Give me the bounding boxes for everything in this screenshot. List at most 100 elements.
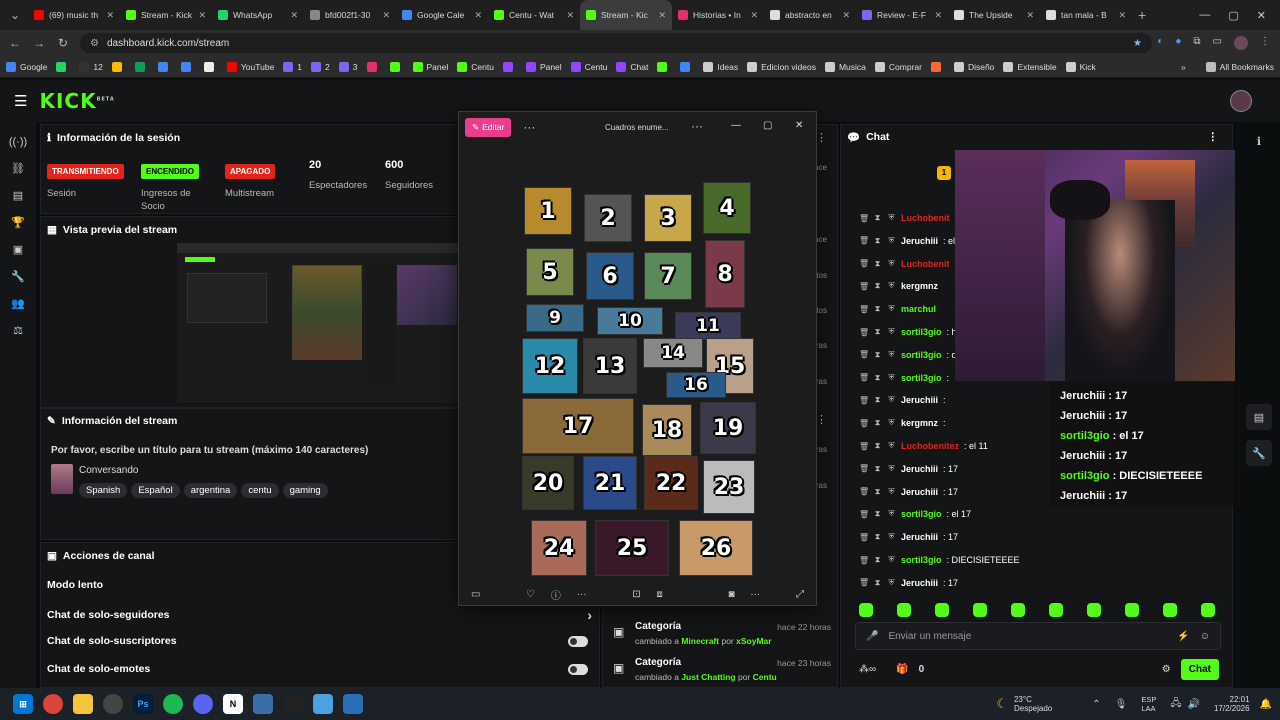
emote-icon[interactable] bbox=[935, 603, 949, 617]
bookmark-item[interactable] bbox=[180, 61, 195, 72]
loyalty-icon[interactable]: ⁂∞ bbox=[859, 664, 876, 675]
emote-icon[interactable] bbox=[859, 603, 873, 617]
browser-tab[interactable]: Google Cale ✕ bbox=[396, 0, 488, 30]
chat-message[interactable]: 🗑 ⧗ ⛨ Jeruchiii: 17 bbox=[859, 527, 958, 547]
maximize-icon[interactable]: ▢ bbox=[1228, 9, 1238, 22]
url-field[interactable]: ⚙ dashboard.kick.com/stream ★ bbox=[80, 33, 1152, 53]
tab-close-icon[interactable]: ✕ bbox=[382, 10, 390, 21]
chat-message[interactable]: 🗑 ⧗ ⛨ sortil3gio: DIECISIETEEEE bbox=[859, 550, 1020, 570]
chat-message[interactable]: 🗑 ⧗ ⛨ marchul bbox=[859, 299, 941, 319]
channel-action-row[interactable]: Chat de solo-emotes bbox=[47, 663, 592, 675]
activity-value[interactable]: Minecraft bbox=[681, 636, 719, 646]
bookmark-item[interactable]: Musica bbox=[824, 61, 866, 72]
photos-icon[interactable] bbox=[343, 694, 363, 714]
browser-tab[interactable]: Stream - Kic ✕ bbox=[580, 0, 672, 30]
bookmark-item[interactable]: 1 bbox=[283, 61, 302, 72]
tab-close-icon[interactable]: ✕ bbox=[1118, 10, 1126, 21]
wrench-icon[interactable]: 🔧 bbox=[0, 263, 36, 290]
browser-tab[interactable]: (69) music th ✕ bbox=[28, 0, 120, 30]
delete-icon[interactable]: 🗑 bbox=[859, 510, 869, 519]
ban-icon[interactable]: ⛨ bbox=[887, 304, 896, 314]
send-chat-button[interactable]: Chat bbox=[1180, 659, 1219, 680]
chat-input[interactable]: 🎤 Enviar un mensaje ⚡ ☺ bbox=[855, 622, 1221, 650]
chat-message[interactable]: 🗑 ⧗ ⛨ sortil3gio: q bbox=[859, 345, 957, 365]
chat-username[interactable]: Jeruchiii bbox=[901, 578, 938, 588]
timeout-icon[interactable]: ⧗ bbox=[873, 259, 882, 269]
tab-close-icon[interactable]: ✕ bbox=[198, 10, 206, 21]
delete-icon[interactable]: 🗑 bbox=[859, 396, 869, 405]
capcut-icon[interactable] bbox=[283, 694, 303, 714]
stream-icon[interactable]: ((·)) bbox=[0, 128, 36, 155]
bookmark-item[interactable]: 2 bbox=[311, 61, 330, 72]
chat-username[interactable]: sortil3gio bbox=[901, 509, 942, 519]
ban-icon[interactable]: ⛨ bbox=[887, 213, 896, 223]
chat-message[interactable]: 🗑 ⧗ ⛨ kergmnz: bbox=[859, 413, 946, 433]
chat-message[interactable]: 🗑 ⧗ ⛨ Luchobenit bbox=[859, 208, 955, 228]
edit-button[interactable]: ✎ Editar bbox=[465, 117, 512, 137]
volume-icon[interactable]: 🔊 bbox=[1188, 699, 1200, 710]
mic-tray-icon[interactable]: 🎙 bbox=[1115, 699, 1128, 710]
kick-emote-icon[interactable]: ⚡ bbox=[1177, 631, 1189, 642]
viewer-more-icon[interactable]: ··· bbox=[523, 120, 535, 134]
trophy-icon[interactable]: 🏆 bbox=[0, 209, 36, 236]
delete-icon[interactable]: 🗑 bbox=[859, 236, 869, 245]
emote-icon[interactable] bbox=[1163, 603, 1177, 617]
hamburger-menu-icon[interactable]: ☰ bbox=[14, 92, 27, 110]
chat-message[interactable]: 🗑 ⧗ ⛨ sortil3gio: el 17 bbox=[859, 504, 971, 524]
activity-menu-icon[interactable]: ⋮ bbox=[816, 131, 827, 144]
kick-logo[interactable]: KICKBETA bbox=[39, 89, 114, 113]
delete-icon[interactable]: 🗑 bbox=[859, 305, 869, 314]
profile-avatar[interactable] bbox=[1234, 36, 1248, 50]
tab-close-icon[interactable]: ✕ bbox=[106, 10, 114, 21]
chat-username[interactable]: kergmnz bbox=[901, 281, 938, 291]
ban-icon[interactable]: ⛨ bbox=[887, 395, 896, 405]
chat-username[interactable]: sortil3gio bbox=[901, 350, 942, 360]
ban-icon[interactable]: ⛨ bbox=[887, 487, 896, 497]
tab-close-icon[interactable]: ✕ bbox=[474, 10, 482, 21]
delete-icon[interactable]: 🗑 bbox=[859, 350, 869, 359]
action-toggle[interactable] bbox=[568, 663, 588, 675]
chat-username[interactable]: Luchobenit bbox=[901, 259, 950, 269]
tools-icon[interactable]: 🔧 bbox=[1246, 440, 1272, 466]
timeout-icon[interactable]: ⧗ bbox=[873, 350, 882, 360]
info-icon[interactable]: ⓘ bbox=[551, 587, 561, 602]
browser-tab[interactable]: tan mala - B ✕ bbox=[1040, 0, 1132, 30]
delete-icon[interactable]: 🗑 bbox=[859, 578, 869, 587]
extension-icon[interactable]: ◐ bbox=[1157, 36, 1163, 50]
tab-close-icon[interactable]: ✕ bbox=[750, 10, 758, 21]
browser-menu-icon[interactable]: ⋮ bbox=[1260, 36, 1270, 50]
timeout-icon[interactable]: ⧗ bbox=[873, 373, 882, 383]
stream-preview-video[interactable] bbox=[177, 243, 459, 403]
timeout-icon[interactable]: ⧗ bbox=[873, 395, 882, 405]
delete-icon[interactable]: 🗑 bbox=[859, 259, 869, 268]
emote-icon[interactable] bbox=[1201, 603, 1215, 617]
tab-close-icon[interactable]: ✕ bbox=[566, 10, 574, 21]
viewer-minimize-icon[interactable]: — bbox=[731, 120, 741, 131]
bookmark-item[interactable]: Chat bbox=[616, 61, 648, 72]
ban-icon[interactable]: ⛨ bbox=[887, 418, 896, 428]
browser-tab[interactable]: Centu - Wat ✕ bbox=[488, 0, 580, 30]
activity-menu-icon[interactable]: ⋮ bbox=[816, 413, 827, 426]
chat-menu-icon[interactable]: ⋮ bbox=[1208, 131, 1219, 143]
all-bookmarks[interactable]: All Bookmarks bbox=[1205, 61, 1274, 72]
browser-tab[interactable]: bfd002f1-30 ✕ bbox=[304, 0, 396, 30]
browser-tab[interactable]: Review - E-F ✕ bbox=[856, 0, 948, 30]
gift-icon[interactable]: 🎁 bbox=[896, 664, 908, 675]
new-tab-button[interactable]: + bbox=[1138, 7, 1146, 23]
chat-message[interactable]: 🗑 ⧗ ⛨ Jeruchiii: bbox=[859, 390, 946, 410]
bookmark-item[interactable] bbox=[111, 61, 126, 72]
bookmark-item[interactable] bbox=[134, 61, 149, 72]
bookmark-item[interactable]: Kick bbox=[1065, 61, 1096, 72]
emoji-icon[interactable]: ☺ bbox=[1200, 631, 1210, 642]
photoshop-icon[interactable]: Ps bbox=[133, 694, 153, 714]
chat-username[interactable]: Jeruchiii bbox=[901, 487, 938, 497]
clock[interactable]: 22:01 17/2/2026 bbox=[1214, 695, 1250, 713]
chat-message[interactable]: 🗑 ⧗ ⛨ sortil3gio: bbox=[859, 368, 949, 388]
mic-icon[interactable]: 🎤 bbox=[866, 631, 878, 642]
chat-message[interactable]: 🗑 ⧗ ⛨ Jeruchiii: 17 bbox=[859, 573, 958, 593]
timeout-icon[interactable]: ⧗ bbox=[873, 509, 882, 519]
chat-username[interactable]: Jeruchiii bbox=[901, 236, 938, 246]
tab-close-icon[interactable]: ✕ bbox=[842, 10, 850, 21]
close-icon[interactable]: ✕ bbox=[1257, 9, 1266, 22]
ban-icon[interactable]: ⛨ bbox=[887, 236, 896, 246]
